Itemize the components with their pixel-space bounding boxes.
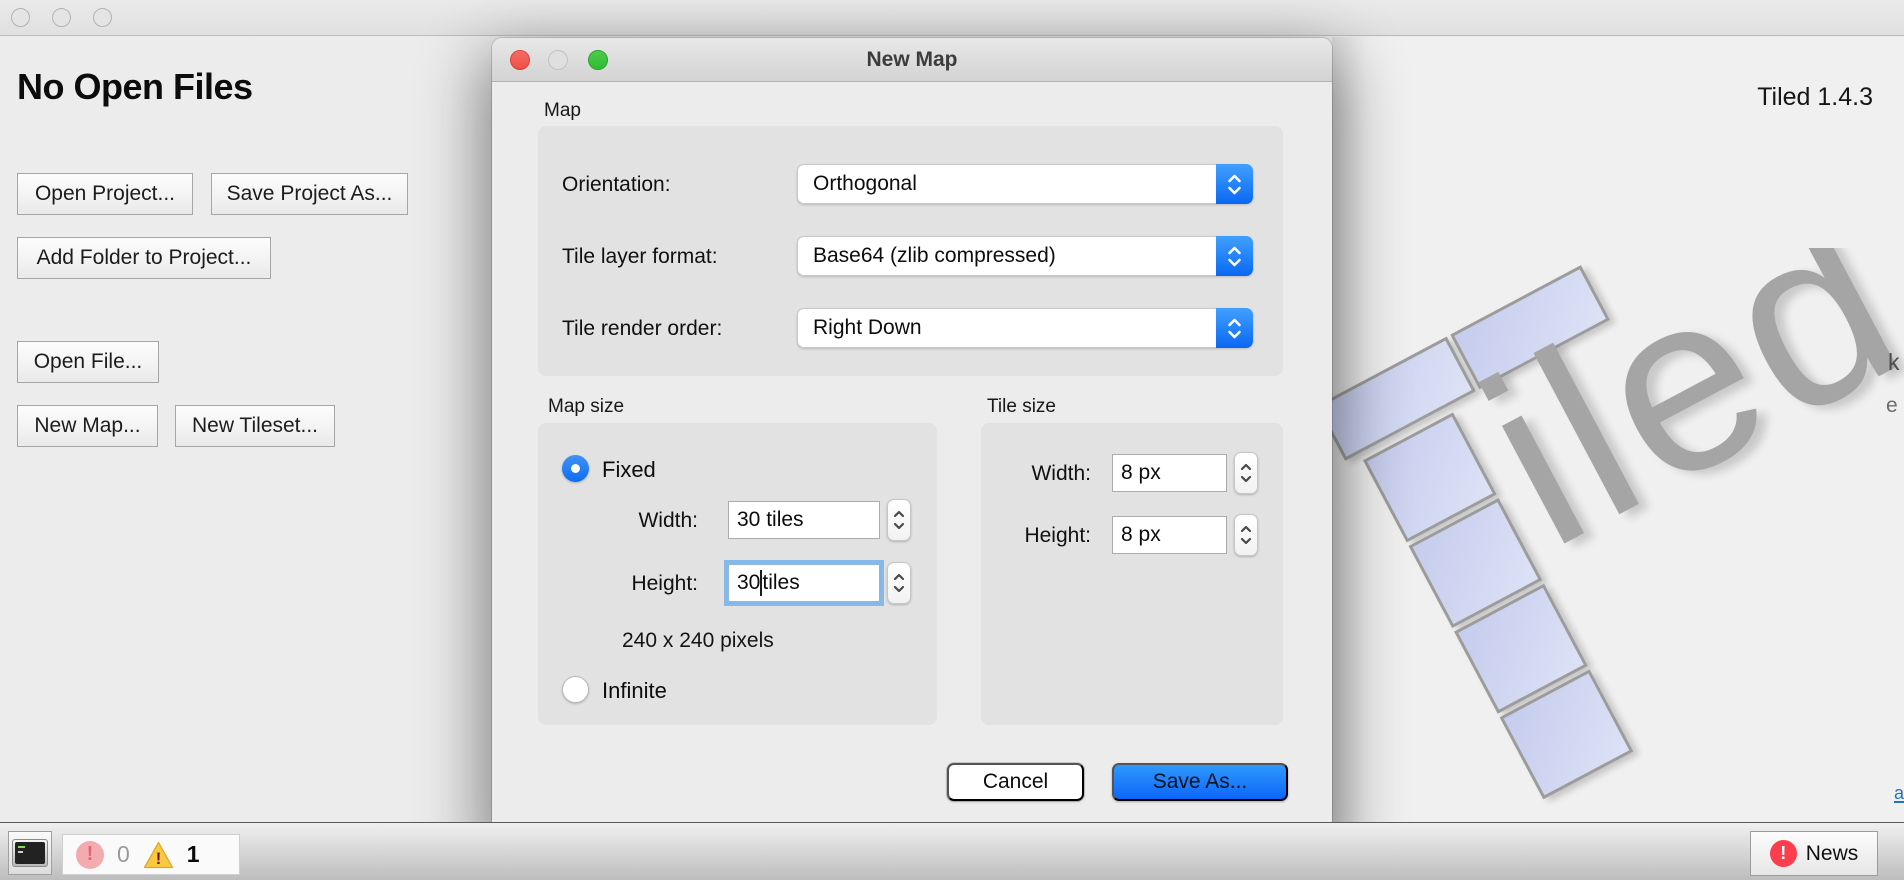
- dialog-titlebar[interactable]: New Map: [492, 38, 1332, 82]
- main-window-titlebar: [0, 0, 1904, 36]
- chevron-up-down-icon: [1216, 236, 1253, 276]
- issues-counter-panel[interactable]: ! 0 ! 1: [62, 834, 240, 875]
- tile-width-input[interactable]: 8 px: [1112, 454, 1227, 492]
- tile-height-value: 8 px: [1121, 523, 1161, 547]
- chevron-up-down-icon: [1216, 164, 1253, 204]
- open-project-button[interactable]: Open Project...: [17, 173, 193, 215]
- map-width-stepper[interactable]: [887, 499, 911, 541]
- orientation-label: Orientation:: [562, 173, 671, 197]
- svg-text:!: !: [156, 848, 162, 867]
- clipped-text-fragment: e: [1886, 394, 1898, 418]
- pixel-size-summary: 240 x 240 pixels: [622, 629, 774, 653]
- map-width-label: Width:: [598, 509, 698, 533]
- infinite-radio-label: Infinite: [602, 678, 667, 704]
- new-map-button[interactable]: New Map...: [17, 405, 158, 447]
- window-zoom-icon[interactable]: [93, 8, 112, 27]
- error-icon: !: [76, 841, 104, 869]
- window-minimize-icon[interactable]: [52, 8, 71, 27]
- orientation-select[interactable]: Orthogonal: [797, 164, 1253, 204]
- save-as-button[interactable]: Save As...: [1112, 763, 1288, 801]
- orientation-value: Orthogonal: [798, 172, 1216, 196]
- console-icon: [12, 839, 48, 867]
- news-panel-background: [1332, 37, 1904, 822]
- tile-height-stepper[interactable]: [1234, 514, 1258, 556]
- tile-width-stepper[interactable]: [1234, 452, 1258, 494]
- error-count: 0: [117, 841, 130, 868]
- tile-render-order-label: Tile render order:: [562, 317, 722, 341]
- tile-render-order-value: Right Down: [798, 316, 1216, 340]
- map-height-value-after-cursor: tiles: [762, 571, 799, 595]
- tile-layer-format-label: Tile layer format:: [562, 245, 718, 269]
- news-badge-icon: !: [1770, 840, 1797, 867]
- map-size-group-label: Map size: [548, 396, 624, 418]
- clipped-link-fragment: a: [1894, 783, 1904, 803]
- console-toggle-button[interactable]: [8, 831, 52, 875]
- tile-width-label: Width:: [1001, 462, 1091, 486]
- tile-layer-format-select[interactable]: Base64 (zlib compressed): [797, 236, 1253, 276]
- warning-icon: !: [143, 841, 174, 869]
- cancel-button[interactable]: Cancel: [947, 763, 1084, 801]
- chevron-up-down-icon: [1216, 308, 1253, 348]
- tile-height-label: Height:: [1001, 524, 1091, 548]
- map-group-box: Orientation: Orthogonal Tile layer forma…: [538, 126, 1283, 376]
- tile-height-input[interactable]: 8 px: [1112, 516, 1227, 554]
- tile-width-value: 8 px: [1121, 461, 1161, 485]
- news-button-label: News: [1806, 842, 1859, 866]
- news-button[interactable]: ! News: [1750, 831, 1878, 876]
- status-bar: ! 0 ! 1 ! News: [0, 822, 1904, 880]
- new-tileset-button[interactable]: New Tileset...: [175, 405, 335, 447]
- map-size-group-box: Fixed Width: 30 tiles Height: 30 tiles 2…: [538, 423, 937, 725]
- map-width-input[interactable]: 30 tiles: [728, 501, 880, 539]
- dialog-title: New Map: [492, 38, 1332, 82]
- warning-count: 1: [187, 841, 200, 868]
- infinite-radio[interactable]: [562, 676, 589, 703]
- tile-render-order-select[interactable]: Right Down: [797, 308, 1253, 348]
- save-project-as-button[interactable]: Save Project As...: [211, 173, 408, 215]
- map-height-label: Height:: [598, 572, 698, 596]
- map-group-label: Map: [544, 100, 581, 122]
- page-title: No Open Files: [17, 66, 253, 108]
- add-folder-to-project-button[interactable]: Add Folder to Project...: [17, 237, 271, 279]
- map-height-value-before-cursor: 30: [737, 571, 760, 595]
- map-height-stepper[interactable]: [887, 562, 911, 604]
- open-file-button[interactable]: Open File...: [17, 341, 159, 383]
- tile-layer-format-value: Base64 (zlib compressed): [798, 244, 1216, 268]
- map-height-input[interactable]: 30 tiles: [728, 564, 880, 602]
- version-label: Tiled 1.4.3: [1757, 83, 1873, 112]
- tile-size-group-box: Width: 8 px Height: 8 px: [981, 423, 1283, 725]
- fixed-radio[interactable]: [562, 455, 589, 482]
- clipped-text-fragment: k: [1888, 349, 1900, 376]
- window-close-icon[interactable]: [11, 8, 30, 27]
- map-width-value: 30 tiles: [737, 508, 804, 532]
- fixed-radio-label: Fixed: [602, 457, 656, 483]
- new-map-dialog: New Map Map Orientation: Orthogonal Tile…: [492, 38, 1332, 839]
- tile-size-group-label: Tile size: [987, 396, 1056, 418]
